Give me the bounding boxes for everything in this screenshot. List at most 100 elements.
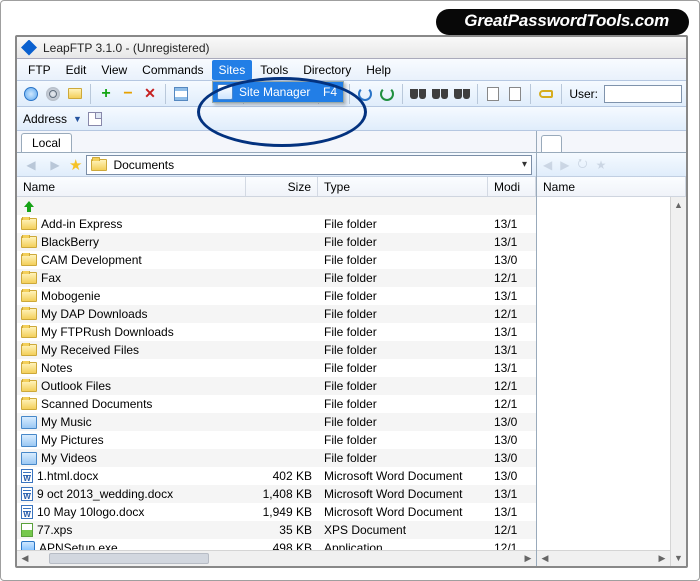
list-item[interactable]: MobogenieFile folder13/1 — [17, 287, 536, 305]
remote-navbar: ◀ ▶ ⭮ ★ — [537, 153, 686, 177]
toolbar-remove-icon[interactable]: − — [118, 84, 138, 104]
list-item[interactable]: My FTPRush DownloadsFile folder13/1 — [17, 323, 536, 341]
nav-forward-icon[interactable]: ▶ — [45, 155, 65, 175]
address-dropdown-icon[interactable]: ▼ — [73, 114, 82, 124]
file-size: 498 KB — [246, 541, 318, 550]
menu-item-site-manager[interactable]: Site Manager F4 — [213, 82, 343, 102]
col-name[interactable]: Name — [17, 177, 246, 196]
file-type: Microsoft Word Document — [318, 469, 488, 483]
file-name: Fax — [41, 271, 61, 285]
list-item[interactable] — [17, 197, 536, 215]
menu-view[interactable]: View — [94, 60, 134, 80]
col-size[interactable]: Size — [246, 177, 318, 196]
toolbar-find-icon[interactable] — [408, 84, 428, 104]
local-hscroll[interactable]: ◀ ▶ — [17, 550, 536, 566]
file-modified: 13/1 — [488, 505, 536, 519]
toolbar-open-icon[interactable] — [65, 84, 85, 104]
list-item[interactable]: My Received FilesFile folder13/1 — [17, 341, 536, 359]
col-type[interactable]: Type — [318, 177, 488, 196]
local-columns: Name Size Type Modi — [17, 177, 536, 197]
scroll-left-icon[interactable]: ◀ — [17, 551, 33, 566]
nav-favorite-icon[interactable]: ★ — [69, 156, 82, 174]
file-type: File folder — [318, 361, 488, 375]
list-item[interactable]: My VideosFile folder13/0 — [17, 449, 536, 467]
toolbar-list-icon[interactable] — [171, 84, 191, 104]
remote-scroll-up-icon[interactable]: ▲ — [671, 197, 686, 213]
list-item[interactable]: Outlook FilesFile folder12/1 — [17, 377, 536, 395]
sites-dropdown: Site Manager F4 — [212, 81, 344, 103]
remote-vscroll[interactable]: ▲ ▼ — [670, 197, 686, 566]
file-modified: 13/0 — [488, 415, 536, 429]
toolbar-sync-icon[interactable] — [377, 84, 397, 104]
path-combo-drop-icon[interactable]: ▾ — [513, 159, 527, 170]
menu-help[interactable]: Help — [359, 60, 398, 80]
remote-scroll-down-icon[interactable]: ▼ — [671, 550, 686, 566]
user-input[interactable] — [604, 85, 682, 103]
col-modified[interactable]: Modi — [488, 177, 536, 196]
list-item[interactable]: 1.html.docx402 KBMicrosoft Word Document… — [17, 467, 536, 485]
remote-listing: ◀ ▶ ▲ ▼ — [537, 197, 686, 566]
menu-ftp[interactable]: FTP — [21, 60, 58, 80]
list-item[interactable]: Scanned DocumentsFile folder12/1 — [17, 395, 536, 413]
menu-sites[interactable]: Sites — [212, 60, 253, 80]
list-item[interactable]: Add-in ExpressFile folder13/1 — [17, 215, 536, 233]
toolbar-settings-icon[interactable] — [43, 84, 63, 104]
remote-hscroll[interactable]: ◀ ▶ — [537, 550, 670, 566]
file-rows: Add-in ExpressFile folder13/1BlackBerryF… — [17, 197, 536, 550]
file-name: CAM Development — [41, 253, 142, 267]
toolbar-add-icon[interactable]: + — [96, 84, 116, 104]
menu-commands[interactable]: Commands — [135, 60, 210, 80]
toolbar-log-icon[interactable] — [483, 84, 503, 104]
file-name: Notes — [41, 361, 72, 375]
file-modified: 13/0 — [488, 433, 536, 447]
list-item[interactable]: Notes File folder13/1 — [17, 359, 536, 377]
list-item[interactable]: My PicturesFile folder13/0 — [17, 431, 536, 449]
remote-scroll-left-icon[interactable]: ◀ — [537, 551, 553, 566]
folder-icon — [21, 380, 37, 392]
file-modified: 13/1 — [488, 361, 536, 375]
nav-back-icon[interactable]: ◀ — [21, 155, 41, 175]
list-item[interactable]: 9 oct 2013_wedding.docx1,408 KBMicrosoft… — [17, 485, 536, 503]
folder-icon — [21, 362, 37, 374]
file-name: APNSetup.exe — [39, 541, 118, 550]
toolbar-refresh-icon[interactable] — [355, 84, 375, 104]
tab-remote-empty[interactable] — [541, 135, 562, 152]
file-size: 1,949 KB — [246, 505, 318, 519]
titlebar: LeapFTP 3.1.0 - (Unregistered) — [17, 37, 686, 59]
file-name: 77.xps — [37, 523, 72, 537]
list-item[interactable]: BlackBerryFile folder13/1 — [17, 233, 536, 251]
path-combo[interactable]: Documents ▾ — [86, 155, 532, 175]
menu-directory[interactable]: Directory — [296, 60, 358, 80]
file-modified: 13/1 — [488, 487, 536, 501]
list-item[interactable]: APNSetup.exe498 KBApplication12/1 — [17, 539, 536, 550]
remote-back-icon: ◀ — [543, 158, 552, 172]
local-tabs: Local — [17, 131, 536, 153]
list-item[interactable]: My DAP DownloadsFile folder12/1 — [17, 305, 536, 323]
scroll-right-icon[interactable]: ▶ — [520, 551, 536, 566]
remote-scroll-right-icon[interactable]: ▶ — [654, 551, 670, 566]
list-item[interactable]: CAM DevelopmentFile folder13/0 — [17, 251, 536, 269]
file-modified: 12/1 — [488, 523, 536, 537]
menu-edit[interactable]: Edit — [59, 60, 94, 80]
toolbar-find3-icon[interactable] — [452, 84, 472, 104]
file-type: File folder — [318, 343, 488, 357]
file-type: File folder — [318, 397, 488, 411]
file-name: 1.html.docx — [37, 469, 98, 483]
scroll-thumb[interactable] — [49, 553, 209, 564]
toolbar-log2-icon[interactable] — [505, 84, 525, 104]
toolbar-find2-icon[interactable] — [430, 84, 450, 104]
file-type: File folder — [318, 307, 488, 321]
toolbar-key-icon[interactable] — [536, 84, 556, 104]
list-item[interactable]: My MusicFile folder13/0 — [17, 413, 536, 431]
list-item[interactable]: FaxFile folder12/1 — [17, 269, 536, 287]
menu-tools[interactable]: Tools — [253, 60, 295, 80]
address-clipboard-icon[interactable] — [88, 112, 102, 126]
list-item[interactable]: 10 May 10logo.docx1,949 KBMicrosoft Word… — [17, 503, 536, 521]
toolbar-delete-icon[interactable]: ✕ — [140, 84, 160, 104]
file-type: File folder — [318, 271, 488, 285]
list-item[interactable]: 77.xps35 KBXPS Document12/1 — [17, 521, 536, 539]
tab-local[interactable]: Local — [21, 133, 72, 152]
remote-col-name[interactable]: Name — [537, 177, 686, 196]
toolbar-connect-icon[interactable] — [21, 84, 41, 104]
user-label: User: — [569, 87, 598, 101]
